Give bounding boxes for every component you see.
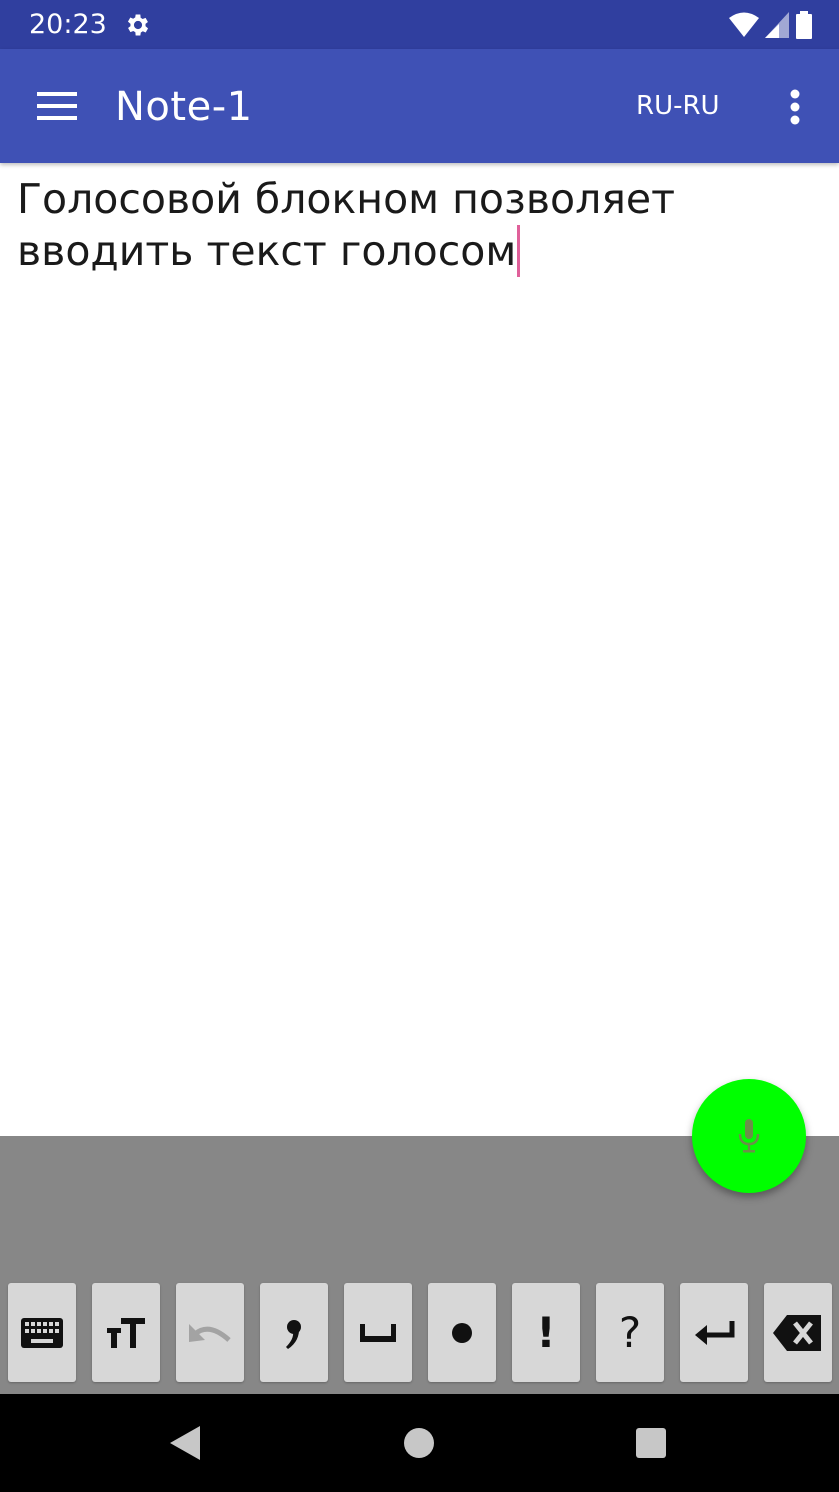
- app-title: Note-1: [115, 84, 253, 130]
- status-time: 20:23: [29, 9, 107, 40]
- comma-icon: [286, 1319, 301, 1349]
- question-label: ?: [618, 1307, 642, 1357]
- enter-key[interactable]: [680, 1283, 748, 1382]
- menu-button[interactable]: [28, 77, 86, 135]
- more-vert-icon: [790, 89, 800, 125]
- settings-gear-icon: [127, 14, 149, 36]
- app-bar: Note-1 RU-RU: [0, 49, 839, 163]
- space-key[interactable]: [344, 1283, 412, 1382]
- text-size-key[interactable]: [92, 1283, 160, 1382]
- question-key[interactable]: ?: [596, 1283, 664, 1382]
- language-button[interactable]: RU-RU: [636, 91, 720, 121]
- comma-key[interactable]: [260, 1283, 328, 1382]
- keyboard-key[interactable]: [8, 1283, 76, 1382]
- text-cursor: [517, 225, 521, 277]
- wifi-icon: [729, 12, 759, 37]
- microphone-icon: [738, 1119, 760, 1153]
- recents-icon[interactable]: [636, 1428, 666, 1458]
- microphone-button[interactable]: [692, 1079, 806, 1193]
- period-key[interactable]: [428, 1283, 496, 1382]
- text-size-icon: [107, 1317, 145, 1348]
- exclamation-label: !: [536, 1307, 556, 1357]
- note-text: Голосовой блокном позволяет вводить текс…: [17, 175, 676, 275]
- space-icon: [360, 1323, 396, 1342]
- enter-icon: [695, 1320, 735, 1345]
- undo-key[interactable]: [176, 1283, 244, 1382]
- keyboard-icon: [21, 1317, 63, 1348]
- home-icon[interactable]: [404, 1428, 434, 1458]
- signal-icon: [765, 12, 789, 38]
- input-key-row: ! ?: [8, 1283, 832, 1382]
- hamburger-menu-icon: [37, 92, 77, 120]
- note-editor[interactable]: Голосовой блокном позволяет вводить текс…: [0, 163, 839, 1136]
- status-bar: 20:23: [0, 0, 839, 49]
- battery-icon: [796, 11, 812, 39]
- navigation-bar: [0, 1394, 839, 1492]
- exclamation-key[interactable]: !: [512, 1283, 580, 1382]
- back-icon[interactable]: [170, 1426, 200, 1460]
- note-text-field[interactable]: Голосовой блокном позволяет вводить текс…: [17, 173, 817, 277]
- backspace-icon: [773, 1314, 821, 1351]
- undo-icon: [189, 1323, 231, 1342]
- status-icons: [729, 10, 813, 40]
- overflow-menu-button[interactable]: [770, 79, 820, 135]
- backspace-key[interactable]: [764, 1283, 832, 1382]
- period-icon: [452, 1322, 472, 1343]
